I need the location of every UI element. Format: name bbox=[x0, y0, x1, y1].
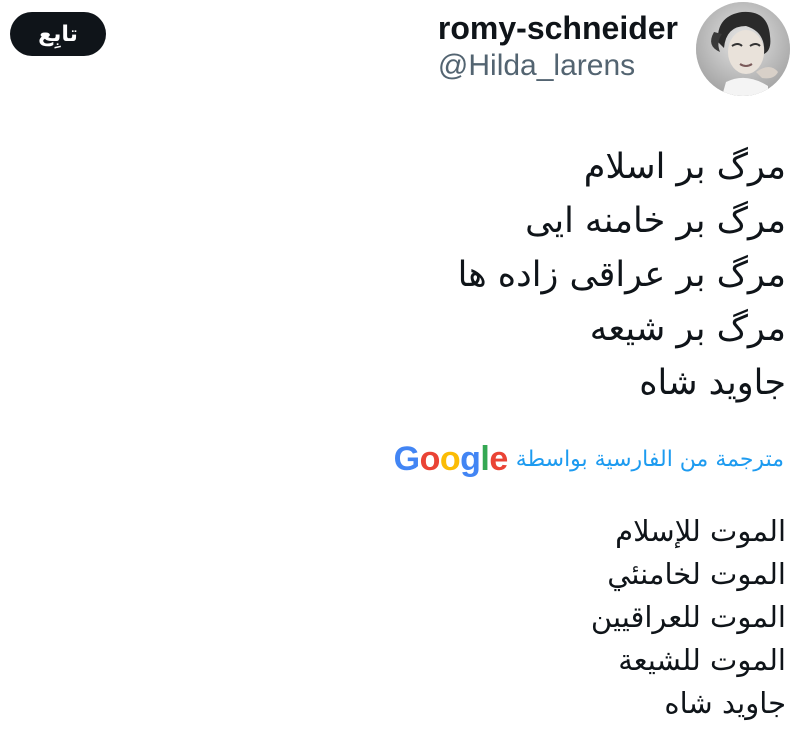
tweet-line: جاوید شاه bbox=[639, 363, 786, 403]
translated-line: الموت للإسلام bbox=[615, 514, 786, 548]
translated-line: الموت لخامنئي bbox=[607, 557, 786, 591]
translated-line: الموت للشيعة bbox=[618, 643, 786, 677]
profile-photo-icon bbox=[696, 2, 790, 96]
follow-button[interactable]: تابِع bbox=[10, 12, 106, 56]
tweet-line: مرگ بر خامنه ایی bbox=[525, 201, 786, 241]
translated-line: الموت للعراقيين bbox=[590, 600, 786, 634]
tweet-original-text: مرگ بر اسلام مرگ بر خامنه ایی مرگ بر عرا… bbox=[458, 140, 786, 410]
google-logo: Google bbox=[393, 440, 509, 478]
translation-label[interactable]: مترجمة من الفارسية بواسطة bbox=[516, 447, 784, 472]
translated-line: جاويد شاه bbox=[664, 686, 786, 720]
avatar[interactable] bbox=[696, 2, 790, 96]
tweet-line: مرگ بر عراقی زاده ها bbox=[457, 255, 786, 295]
display-name[interactable]: romy-schneider bbox=[438, 8, 678, 48]
tweet-translated-text: الموت للإسلام الموت لخامنئي الموت للعراق… bbox=[591, 510, 786, 725]
translation-attribution[interactable]: مترجمة من الفارسية بواسطة Google bbox=[394, 440, 784, 479]
tweet-line: مرگ بر شیعه bbox=[589, 309, 786, 349]
tweet-line: مرگ بر اسلام bbox=[583, 147, 786, 187]
user-handle[interactable]: @Hilda_larens bbox=[438, 48, 678, 84]
user-info: romy-schneider @Hilda_larens bbox=[438, 8, 678, 84]
